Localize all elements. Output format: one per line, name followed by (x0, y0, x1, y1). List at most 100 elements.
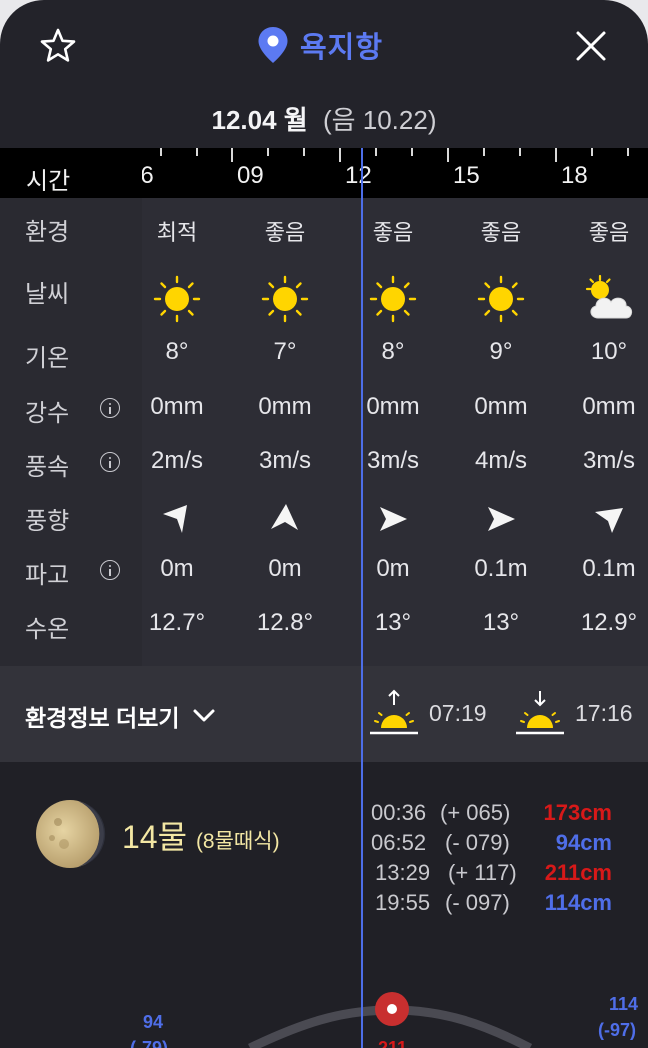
wave-value: 0.1m (474, 555, 528, 582)
row-label-wind-dir: 풍향 (25, 508, 70, 535)
lunar-date: (음 10.22) (322, 105, 437, 135)
env-value: 좋음 (372, 220, 414, 245)
graph-left-change: (-79) (130, 1038, 169, 1048)
env-value: 좋음 (588, 220, 630, 245)
row-label-temp: 기온 (25, 345, 70, 372)
app-screen: 욕지항 12.04 월 (음 10.22) 시간 06 09 (0, 0, 648, 1048)
hour-label: 15 (453, 162, 480, 189)
temp-value: 7° (273, 338, 297, 365)
tide-marker-dot (387, 1004, 397, 1014)
wave-info-icon[interactable] (100, 560, 120, 580)
graph-mid-value: 211 (378, 1038, 408, 1048)
graph-left-value: 94 (143, 1012, 164, 1032)
water-temp-value: 12.7° (148, 609, 206, 636)
close-icon (576, 31, 606, 61)
env-value: 좋음 (264, 220, 306, 245)
precip-value: 0mm (258, 393, 312, 420)
row-label-wind-speed: 풍속 (25, 454, 70, 481)
partly-cloudy-icon (555, 272, 648, 326)
sunset-icon (516, 691, 564, 735)
row-label-precip: 강수 (25, 400, 70, 427)
precip-info-icon[interactable] (100, 398, 120, 418)
time-row-label: 시간 (26, 168, 71, 195)
graph-right-change: (-97) (598, 1020, 637, 1040)
arrow-down-right-icon (555, 502, 648, 536)
precip-value: 0mm (150, 393, 204, 420)
more-info-label: 환경정보 더보기 (25, 705, 180, 731)
tide-section: 14물 (8물때식) 00:36 (+ 065) 173cm 06:52 (- … (0, 762, 648, 1048)
water-temp-value: 13° (374, 609, 412, 636)
tick (160, 148, 162, 156)
sunset: 17:16 (515, 688, 633, 738)
wind-speed-value: 3m/s (258, 447, 311, 474)
row-label-env: 환경 (25, 219, 70, 246)
tick (555, 148, 557, 162)
tick (231, 148, 233, 162)
env-value: 최적 (156, 220, 198, 245)
temp-value: 8° (165, 338, 189, 365)
sunset-time: 17:16 (575, 699, 633, 726)
wave-value: 0m (268, 555, 302, 582)
hour-label-clip: 06 (142, 148, 160, 198)
close-button[interactable] (571, 26, 611, 66)
water-temp-value: 12.9° (580, 609, 638, 636)
row-label-wave: 파고 (25, 562, 70, 589)
row-label-weather: 날씨 (25, 281, 70, 308)
sun-icon (339, 272, 447, 326)
wind-speed-value: 3m/s (582, 447, 635, 474)
sun-icon (231, 272, 339, 326)
arrow-right-icon (447, 502, 555, 536)
wind-speed-value: 2m/s (150, 447, 203, 474)
hour-label: 12 (345, 162, 372, 189)
water-temp-value: 13° (482, 609, 520, 636)
forecast-grid: 환경 날씨 기온 강수 풍속 풍향 파고 수온 최적 8° 0mm 2m/s 0… (0, 198, 648, 666)
wind-speed-info-icon[interactable] (100, 452, 120, 472)
favorite-button[interactable] (38, 26, 78, 66)
env-value: 좋음 (480, 220, 522, 245)
wave-value: 0.1m (582, 555, 636, 582)
precip-value: 0mm (582, 393, 636, 420)
wind-speed-value: 3m/s (366, 447, 419, 474)
row-label-water-temp: 수온 (25, 616, 70, 643)
tick (591, 148, 593, 156)
tick (627, 148, 629, 156)
tide-marker[interactable] (375, 992, 409, 1026)
tick (267, 148, 269, 156)
tick (483, 148, 485, 156)
location-pin-icon (258, 27, 288, 63)
wave-value: 0m (376, 555, 410, 582)
precip-value: 0mm (366, 393, 420, 420)
row-labels: 환경 날씨 기온 강수 풍속 풍향 파고 수온 (0, 198, 142, 666)
location-name: 욕지항 (300, 32, 384, 64)
tick (339, 148, 341, 162)
graph-right-value: 114 (609, 994, 639, 1014)
location-title[interactable]: 욕지항 (256, 22, 383, 68)
temp-value: 8° (381, 338, 405, 365)
tick (519, 148, 521, 156)
more-info-button[interactable]: 환경정보 더보기 (25, 699, 218, 733)
arrow-up-left-icon (231, 502, 339, 536)
chevron-down-icon (193, 709, 215, 722)
date-text: 12.04 월 (211, 105, 308, 135)
wave-value: 0m (160, 555, 194, 582)
time-scrubber[interactable]: 시간 06 09 12 15 18 (0, 148, 648, 198)
tick (411, 148, 413, 156)
arrow-right-icon (339, 502, 447, 536)
hour-label: 06 (142, 162, 154, 189)
star-icon (40, 28, 76, 62)
tick (196, 148, 198, 156)
arrow-left-icon (123, 502, 231, 536)
more-info-bar: 환경정보 더보기 07:19 17:16 (0, 666, 648, 762)
sun-icon (447, 272, 555, 326)
sunrise-icon (370, 689, 418, 735)
tide-curve (248, 1005, 533, 1048)
current-time-line (361, 148, 363, 1048)
sunrise: 07:19 (369, 688, 487, 738)
header: 욕지항 (0, 0, 648, 90)
tick (447, 148, 449, 162)
tick (303, 148, 305, 156)
date-line: 12.04 월 (음 10.22) (0, 100, 648, 137)
tick (375, 148, 377, 156)
temp-value: 9° (489, 338, 513, 365)
sunrise-time: 07:19 (429, 699, 487, 726)
